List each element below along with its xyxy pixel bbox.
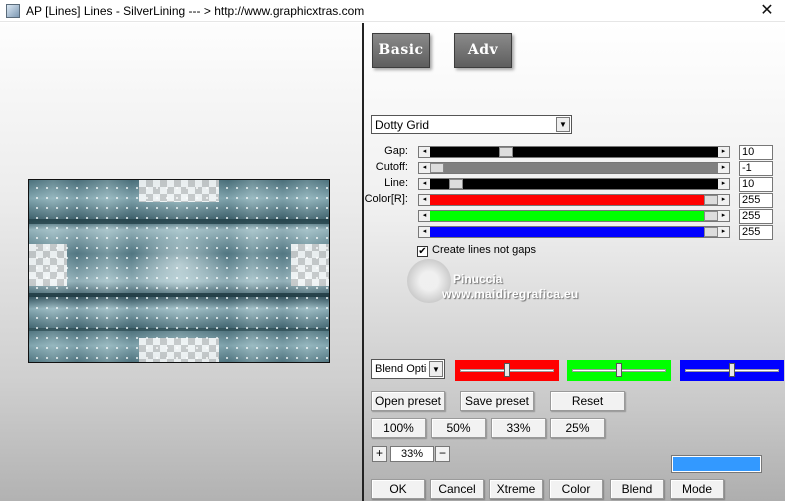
slider-color-g-thumb[interactable] [704,211,718,221]
watermark-name: Pinuccia [453,272,503,286]
slider-line: Line: ◂ ▸ 10 [364,177,785,192]
preview-pane [0,23,362,501]
open-preset-button[interactable]: Open preset [371,391,445,411]
xtreme-button[interactable]: Xtreme [489,479,543,499]
zoom-plus-button[interactable]: + [372,446,387,462]
arrow-right-icon[interactable]: ▸ [718,211,729,221]
watermark-site: www.maidiregrafica.eu [442,287,579,301]
arrow-left-icon[interactable]: ◂ [419,147,430,157]
zoom-33-button[interactable]: 33% [491,418,546,438]
slider-color-b-track[interactable]: ◂ ▸ [418,226,730,238]
watermark: Pinuccia www.maidiregrafica.eu [399,255,609,325]
slider-cutoff: Cutoff: ◂ ▸ -1 [364,161,785,176]
slider-knob[interactable] [616,363,622,377]
blend-green-slider[interactable] [567,360,671,381]
window-title: AP [Lines] Lines - SilverLining --- > ht… [26,4,365,18]
slider-color-r-label: Color[R]: [364,193,408,205]
slider-color-r-value[interactable]: 255 [739,193,773,208]
arrow-right-icon[interactable]: ▸ [718,147,729,157]
slider-color-g-value[interactable]: 255 [739,209,773,224]
arrow-left-icon[interactable]: ◂ [419,195,430,205]
color-button[interactable]: Color [549,479,603,499]
slider-line-track[interactable]: ◂ ▸ [418,178,730,190]
slider-color-r: Color[R]: ◂ ▸ 255 [364,193,785,208]
type-select[interactable]: Dotty Grid ▼ [371,115,572,134]
zoom-25-button[interactable]: 25% [550,418,605,438]
ok-button[interactable]: OK [371,479,425,499]
dotty-grid-overlay [29,180,329,362]
cancel-button[interactable]: Cancel [430,479,484,499]
slider-color-b-thumb[interactable] [704,227,718,237]
chevron-down-icon[interactable]: ▼ [556,117,570,132]
slider-color-g-track[interactable]: ◂ ▸ [418,210,730,222]
controls-pane: Basic Adv Dotty Grid ▼ Gap: ◂ ▸ 10 Cutoff: ◂ ▸… [364,23,785,501]
slider-cutoff-value[interactable]: -1 [739,161,773,176]
arrow-left-icon[interactable]: ◂ [419,179,430,189]
slider-line-thumb[interactable] [449,179,463,189]
slider-gap-thumb[interactable] [499,147,513,157]
blend-button[interactable]: Blend [610,479,664,499]
preview-image [28,179,330,363]
slider-line-label: Line: [384,177,408,189]
blend-options-select[interactable]: Blend Optic ▼ [371,359,445,379]
slider-gap: Gap: ◂ ▸ 10 [364,145,785,160]
blend-blue-slider[interactable] [680,360,784,381]
type-select-value: Dotty Grid [375,118,430,132]
save-preset-button[interactable]: Save preset [460,391,534,411]
color-swatch[interactable] [671,455,762,473]
slider-line-value[interactable]: 10 [739,177,773,192]
title-bar: AP [Lines] Lines - SilverLining --- > ht… [0,0,785,22]
slider-color-r-track[interactable]: ◂ ▸ [418,194,730,206]
slider-knob[interactable] [504,363,510,377]
arrow-left-icon[interactable]: ◂ [419,227,430,237]
slider-color-b-value[interactable]: 255 [739,225,773,240]
basic-mode-button[interactable]: Basic [372,33,430,68]
slider-color-b: ◂ ▸ 255 [364,225,785,240]
slider-color-g: ◂ ▸ 255 [364,209,785,224]
arrow-right-icon[interactable]: ▸ [718,163,729,173]
app-icon [6,4,20,18]
slider-cutoff-label: Cutoff: [375,161,408,173]
slider-color-r-thumb[interactable] [704,195,718,205]
zoom-value: 33% [390,446,434,462]
blend-red-slider[interactable] [455,360,559,381]
mode-button[interactable]: Mode [670,479,724,499]
arrow-right-icon[interactable]: ▸ [718,179,729,189]
arrow-left-icon[interactable]: ◂ [419,163,430,173]
slider-gap-label: Gap: [384,145,408,157]
zoom-minus-button[interactable]: − [435,446,450,462]
zoom-100-button[interactable]: 100% [371,418,426,438]
slider-cutoff-track[interactable]: ◂ ▸ [418,162,730,174]
reset-button[interactable]: Reset [550,391,625,411]
arrow-right-icon[interactable]: ▸ [718,195,729,205]
adv-mode-button[interactable]: Adv [454,33,512,68]
slider-cutoff-thumb[interactable] [430,163,444,173]
close-icon[interactable]: ✕ [755,1,779,21]
zoom-50-button[interactable]: 50% [431,418,486,438]
slider-gap-track[interactable]: ◂ ▸ [418,146,730,158]
arrow-right-icon[interactable]: ▸ [718,227,729,237]
slider-gap-value[interactable]: 10 [739,145,773,160]
chevron-down-icon[interactable]: ▼ [429,361,443,377]
slider-knob[interactable] [729,363,735,377]
arrow-left-icon[interactable]: ◂ [419,211,430,221]
blend-options-value: Blend Optic [375,363,427,375]
